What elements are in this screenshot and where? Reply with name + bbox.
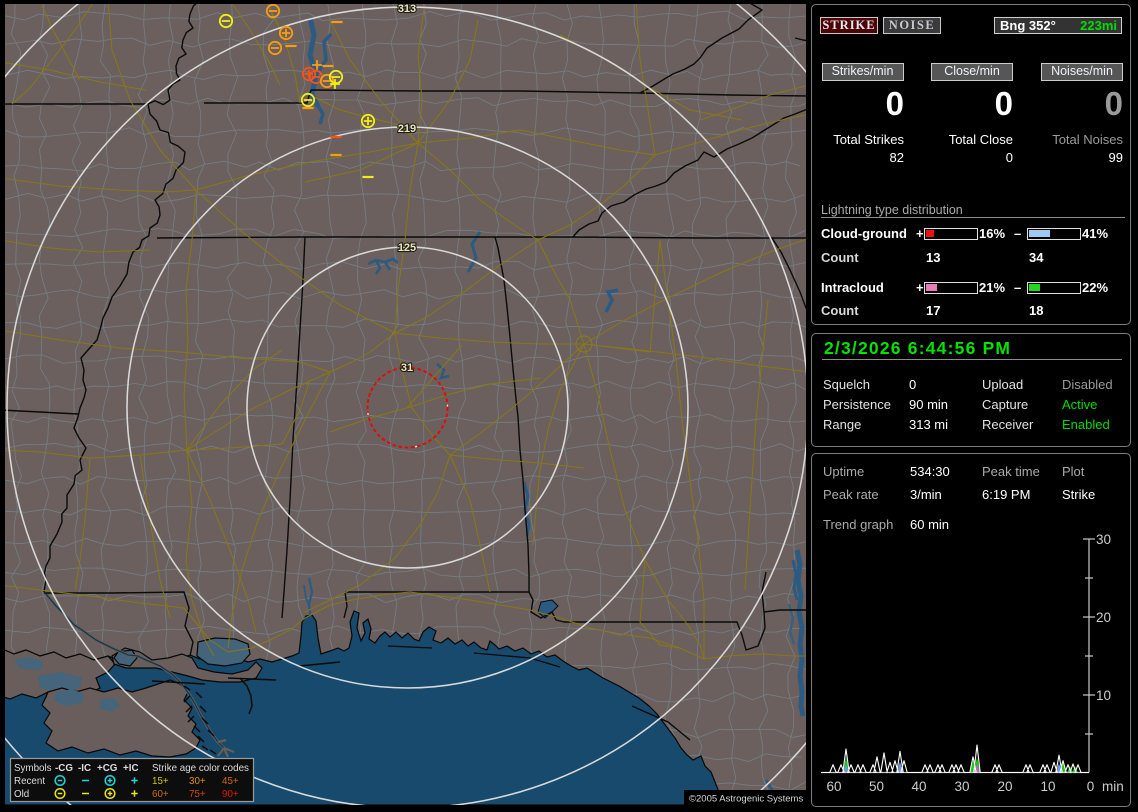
svg-text:10: 10 bbox=[1096, 688, 1111, 703]
svg-text:+IC: +IC bbox=[123, 763, 139, 774]
svg-text:45+: 45+ bbox=[222, 776, 239, 787]
svg-text:0: 0 bbox=[1087, 779, 1095, 794]
svg-text:219: 219 bbox=[398, 123, 416, 135]
svg-text:Symbols: Symbols bbox=[14, 763, 52, 774]
svg-text:30: 30 bbox=[954, 779, 969, 794]
svg-text:90+: 90+ bbox=[222, 789, 239, 800]
svg-text:60: 60 bbox=[826, 779, 841, 794]
svg-text:15+: 15+ bbox=[152, 776, 169, 787]
svg-text:313: 313 bbox=[398, 3, 416, 15]
svg-text:+CG: +CG bbox=[97, 763, 118, 774]
svg-text:125: 125 bbox=[398, 242, 416, 254]
svg-text:-IC: -IC bbox=[78, 763, 91, 774]
svg-text:Old: Old bbox=[14, 789, 29, 800]
svg-text:min: min bbox=[1102, 779, 1124, 794]
svg-text:-CG: -CG bbox=[55, 763, 73, 774]
svg-text:50: 50 bbox=[869, 779, 884, 794]
svg-text:20: 20 bbox=[1096, 610, 1111, 625]
svg-text:20: 20 bbox=[997, 779, 1012, 794]
svg-text:75+: 75+ bbox=[189, 789, 206, 800]
svg-text:31: 31 bbox=[401, 362, 413, 374]
svg-text:30+: 30+ bbox=[189, 776, 206, 787]
svg-text:©2005 Astrogenic Systems: ©2005 Astrogenic Systems bbox=[689, 794, 803, 805]
svg-text:40: 40 bbox=[911, 779, 926, 794]
svg-text:10: 10 bbox=[1040, 779, 1055, 794]
svg-text:Recent: Recent bbox=[14, 776, 45, 787]
svg-text:60+: 60+ bbox=[152, 789, 169, 800]
svg-text:30: 30 bbox=[1096, 532, 1111, 547]
svg-text:Strike age color codes: Strike age color codes bbox=[152, 763, 249, 774]
